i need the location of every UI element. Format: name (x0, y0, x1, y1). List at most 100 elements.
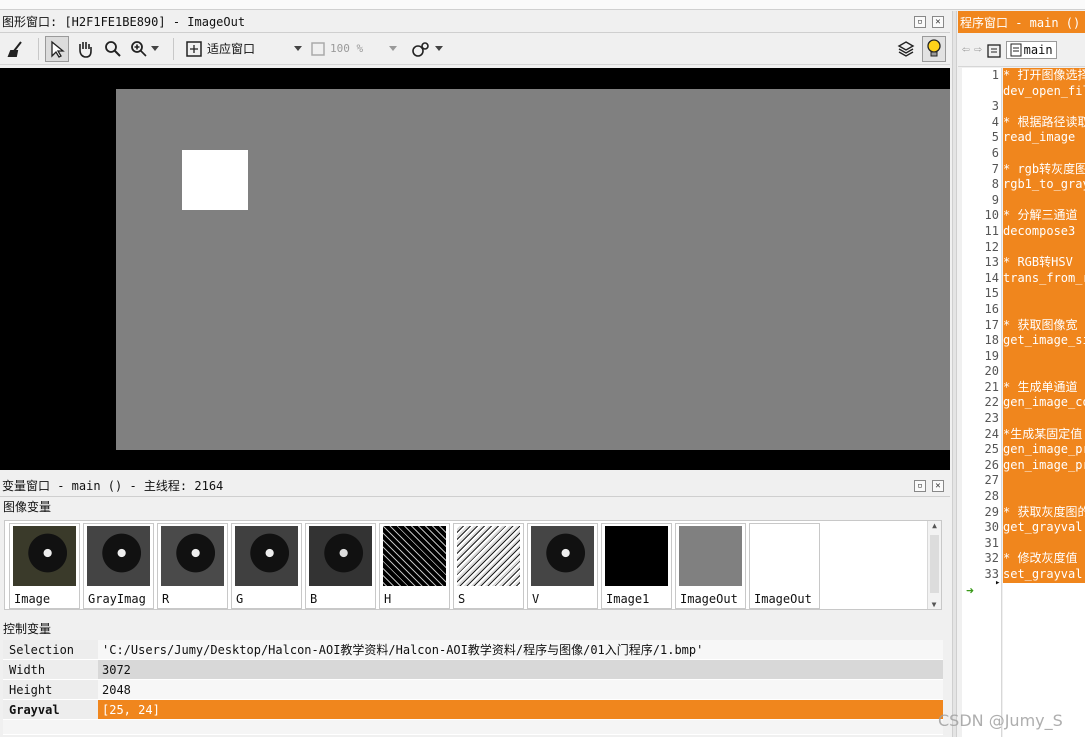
graphics-canvas[interactable] (0, 68, 950, 470)
image-vars-scrollbar[interactable]: ▲ ▼ (927, 521, 941, 609)
code-line[interactable]: read_image ( (1003, 130, 1085, 146)
code-line[interactable]: * 生成单通道 (1003, 379, 1085, 396)
control-var-name: Grayval (3, 700, 98, 719)
back-arrow-icon[interactable]: ⇦ (962, 42, 970, 57)
code-line[interactable]: trans_from_r (1003, 270, 1085, 287)
code-line[interactable]: * rgb转灰度图 (1003, 161, 1085, 178)
image-var-thumb[interactable]: S (453, 523, 524, 609)
code-line[interactable]: * 获取灰度图的 (1003, 504, 1085, 521)
insert-cursor-icon: ▸ (995, 578, 1001, 588)
code-line[interactable]: set_grayval (1003, 567, 1085, 583)
chevron-down-icon[interactable] (294, 46, 303, 51)
restore-icon[interactable]: ▫ (914, 15, 926, 28)
code-line[interactable]: * 分解三通道 (1003, 208, 1085, 224)
image-var-thumb[interactable]: ImageOut (675, 523, 746, 609)
scroll-thumb[interactable] (930, 535, 939, 593)
line-number: 14 (984, 270, 999, 285)
code-line[interactable]: get_grayval (1003, 520, 1085, 536)
code-line[interactable]: gen_image_pr (1003, 442, 1085, 458)
pointer-tool-button[interactable] (45, 35, 69, 62)
code-line[interactable] (1003, 301, 1085, 318)
image-var-thumb[interactable]: ImageOut (749, 523, 820, 609)
variable-window-title: 变量窗口 - main () - 主线程: 2164 (2, 479, 224, 493)
empty-cell (98, 720, 943, 734)
image-var-preview (13, 526, 76, 586)
code-line[interactable]: gen_image_pr (1003, 457, 1085, 474)
image-var-thumb[interactable]: Image (9, 523, 80, 609)
control-var-row[interactable]: Selection 'C:/Users/Jumy/Desktop/Halcon-… (3, 640, 943, 660)
code-line[interactable]: dev_open_fil (1003, 83, 1085, 100)
magnify-tool-button[interactable] (101, 36, 125, 62)
code-line[interactable]: * 打开图像选择 (1003, 68, 1085, 84)
image-var-preview (87, 526, 150, 586)
code-line[interactable] (1003, 192, 1085, 209)
toolbar-separator (173, 37, 174, 60)
layers-button[interactable] (894, 36, 918, 62)
image-var-thumb[interactable]: R (157, 523, 228, 609)
code-line[interactable] (1003, 411, 1085, 427)
code-line[interactable] (1003, 364, 1085, 380)
image-var-thumb[interactable]: H (379, 523, 450, 609)
draw-shape-button[interactable] (409, 36, 447, 62)
zoom-button[interactable] (129, 36, 163, 62)
control-var-row[interactable]: Height 2048 (3, 680, 943, 700)
image-var-thumb[interactable]: GrayImag (83, 523, 154, 609)
code-line[interactable]: * 修改灰度值 (1003, 551, 1085, 567)
procedure-select[interactable]: main (1005, 40, 1057, 59)
code-line[interactable]: get_image_si (1003, 333, 1085, 349)
code-line[interactable]: decompose3 ( (1003, 223, 1085, 240)
forward-arrow-icon[interactable]: ⇨ (974, 42, 982, 57)
close-icon[interactable]: ✕ (932, 479, 944, 492)
hand-icon (79, 41, 92, 58)
code-editor[interactable]: * 打开图像选择 dev_open_fil * 根据路径读取 read_image (… (1003, 68, 1085, 737)
clear-window-button[interactable] (4, 36, 28, 62)
chevron-down-icon (435, 46, 444, 51)
code-line[interactable]: * 根据路径读取 (1003, 114, 1085, 131)
code-line[interactable]: * 获取图像宽 (1003, 317, 1085, 334)
control-var-row-selected[interactable]: Grayval [25, 24] (3, 700, 943, 720)
line-number: 15 (984, 286, 999, 301)
code-line[interactable]: *生成某固定值 (1003, 426, 1085, 443)
image-var-preview (605, 526, 668, 586)
code-line[interactable] (1003, 348, 1085, 365)
image-var-preview (457, 526, 520, 586)
line-number: 12 (984, 239, 999, 254)
code-line[interactable] (1003, 239, 1085, 256)
code-line[interactable]: rgb1_to_gray (1003, 177, 1085, 193)
code-line[interactable] (1003, 286, 1085, 302)
line-number: 10 (984, 208, 999, 223)
code-line[interactable] (1003, 535, 1085, 552)
line-number: 3 (991, 99, 999, 114)
fit-window-button[interactable]: 适应窗口 (180, 36, 260, 62)
image-var-preview (753, 526, 816, 586)
control-var-name: Height (3, 680, 98, 699)
pan-tool-button[interactable] (73, 36, 97, 62)
line-number: 26 (984, 457, 999, 472)
zoom-level-select[interactable]: 100 % (305, 36, 405, 62)
hint-button[interactable] (922, 35, 946, 62)
code-line[interactable]: * RGB转HSV (1003, 255, 1085, 271)
empty-cell (3, 720, 98, 734)
control-var-value: [25, 24] (98, 700, 943, 719)
code-line[interactable] (1003, 145, 1085, 162)
close-icon[interactable]: ✕ (932, 15, 944, 28)
image-var-thumb[interactable]: G (231, 523, 302, 609)
image-var-preview (309, 526, 372, 586)
control-var-row[interactable]: Width 3072 (3, 660, 943, 680)
layers-icon (897, 40, 915, 57)
image-var-thumb[interactable]: V (527, 523, 598, 609)
code-line[interactable] (1003, 99, 1085, 115)
line-number: 6 (991, 145, 999, 160)
code-line[interactable] (1003, 489, 1085, 505)
image-var-thumb[interactable]: Image1 (601, 523, 672, 609)
restore-icon[interactable]: ▫ (914, 479, 926, 492)
code-line[interactable]: gen_image_co (1003, 395, 1085, 412)
image-vars-heading: 图像变量 (3, 500, 52, 514)
program-window-titlebar: 程序窗口 - main () (958, 11, 1085, 33)
code-line[interactable] (1003, 473, 1085, 490)
splitter[interactable] (952, 11, 957, 737)
clipboard-icon[interactable] (986, 42, 1002, 58)
scroll-down-icon[interactable]: ▼ (928, 600, 940, 609)
image-var-thumb[interactable]: B (305, 523, 376, 609)
scroll-up-icon[interactable]: ▲ (928, 521, 941, 530)
